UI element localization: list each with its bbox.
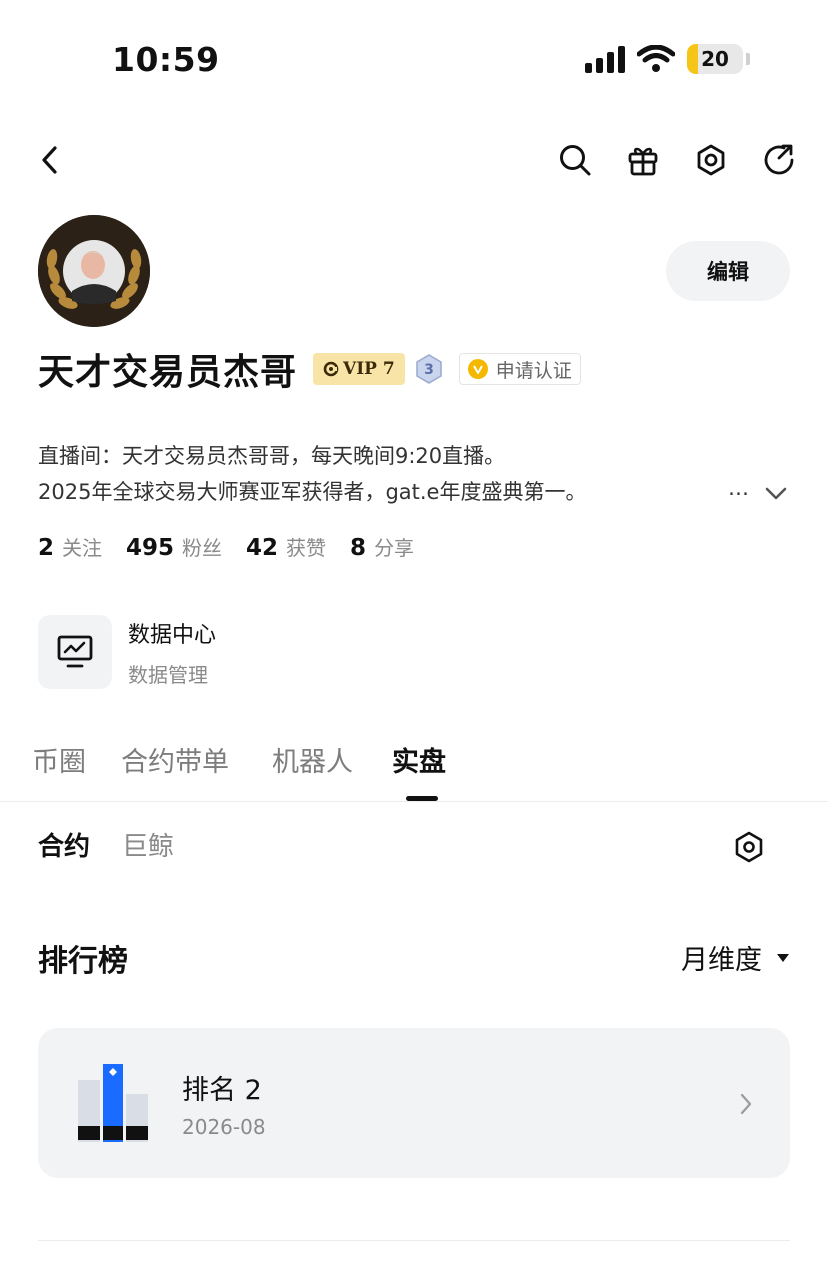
stat-label: 获赞 <box>286 536 327 560</box>
stat-shares[interactable]: 8 分享 <box>350 532 414 561</box>
stat-number: 495 <box>126 535 175 561</box>
stat-number: 8 <box>350 535 367 561</box>
chevron-down-icon <box>765 487 787 500</box>
status-time: 10:59 <box>112 40 220 79</box>
verify-label: 申请认证 <box>495 359 572 382</box>
monitor-chart-icon <box>57 635 93 668</box>
stat-number: 2 <box>38 535 55 561</box>
vip-level: VIP 7 <box>343 359 395 379</box>
edit-profile-button[interactable]: 编辑 <box>666 241 790 301</box>
profile-stats: 2 关注 495 粉丝 42 获赞 8 分享 <box>38 532 414 561</box>
main-tabs: 币圈 合约带单 机器人 实盘 <box>0 732 828 802</box>
subtab-whale[interactable]: 巨鲸 <box>122 826 174 863</box>
ranking-period-dropdown[interactable]: 月维度 <box>681 938 790 977</box>
search-button[interactable] <box>556 138 594 182</box>
wifi-icon <box>637 45 675 72</box>
bio-line-1: 直播间：天才交易员杰哥哥，每天晚间9:20直播。 <box>38 444 506 468</box>
vip-badge[interactable]: VIP 7 <box>313 353 405 385</box>
avatar-image <box>38 215 150 327</box>
active-tab-indicator <box>406 796 438 801</box>
vip-logo-icon <box>323 361 339 377</box>
stat-label: 关注 <box>62 536 103 560</box>
bio-line-2: 2025年全球交易大师赛亚军获得者，gat.e年度盛典第一。 <box>38 480 587 504</box>
bio-ellipsis: … <box>728 476 749 500</box>
bio: 直播间：天才交易员杰哥哥，每天晚间9:20直播。 2025年全球交易大师赛亚军获… <box>38 438 738 510</box>
tab-coin-circle[interactable]: 币圈 <box>32 740 86 779</box>
settings-button[interactable] <box>692 138 730 182</box>
share-button[interactable] <box>760 138 798 182</box>
tab-bots[interactable]: 机器人 <box>272 740 353 779</box>
level-badge[interactable]: 3 <box>415 353 443 385</box>
cellular-signal-icon <box>585 45 625 73</box>
status-bar: 10:59 20 <box>0 0 828 120</box>
battery-level: 20 <box>701 47 729 71</box>
gift-icon <box>628 147 658 176</box>
divider <box>38 1240 790 1241</box>
bio-expand-button[interactable] <box>762 480 790 508</box>
share-icon <box>764 144 794 175</box>
back-button[interactable] <box>30 138 70 182</box>
ranking-position: 排名 2 <box>182 1075 262 1106</box>
sub-tabs: 合约 巨鲸 <box>38 826 174 863</box>
tab-live-trading[interactable]: 实盘 <box>392 740 446 779</box>
data-center-entry[interactable]: 数据中心 数据管理 <box>38 614 338 690</box>
avatar[interactable] <box>38 215 150 327</box>
verify-button[interactable]: 申请认证 <box>458 353 581 385</box>
settings-icon <box>697 144 725 176</box>
ranking-date: 2026-08 <box>182 1115 266 1139</box>
name-row: 天才交易员杰哥 VIP 7 3 申请认证 <box>38 343 581 395</box>
search-icon <box>560 145 591 176</box>
profile-name: 天才交易员杰哥 <box>38 352 298 393</box>
data-center-subtitle: 数据管理 <box>128 662 208 687</box>
level-number: 3 <box>424 362 434 378</box>
gift-button[interactable] <box>624 138 662 182</box>
ranking-period-label: 月维度 <box>681 945 762 976</box>
dc-text: 数据中心 数据管理 <box>128 617 216 688</box>
nav-actions <box>556 138 798 182</box>
chevron-left-icon <box>42 146 57 174</box>
subtab-contract[interactable]: 合约 <box>38 826 90 863</box>
battery-cap <box>746 53 750 65</box>
nav-bar <box>0 130 828 190</box>
ranking-card[interactable]: 排名 2 2026-08 <box>38 1028 790 1178</box>
caret-down-icon <box>777 953 789 962</box>
ranking-header: 排行榜 月维度 <box>38 936 790 982</box>
settings-icon <box>735 831 763 863</box>
stat-likes[interactable]: 42 获赞 <box>246 532 326 561</box>
stat-number: 42 <box>246 535 279 561</box>
dc-icon-box <box>38 615 112 689</box>
stat-label: 分享 <box>374 536 415 560</box>
podium-icon <box>78 1064 148 1142</box>
stat-following[interactable]: 2 关注 <box>38 532 102 561</box>
data-center-title: 数据中心 <box>128 622 217 648</box>
verified-v-icon <box>467 359 488 379</box>
battery-icon: 20 <box>687 44 743 74</box>
level-hexagon-icon: 3 <box>415 354 442 384</box>
ranking-title: 排行榜 <box>38 944 128 979</box>
sub-settings-button[interactable] <box>730 828 768 866</box>
stat-label: 粉丝 <box>182 536 223 560</box>
stat-followers[interactable]: 495 粉丝 <box>126 532 222 561</box>
status-icons: 20 <box>585 44 750 74</box>
tab-copy-trading[interactable]: 合约带单 <box>121 740 229 779</box>
chevron-right-icon <box>734 1090 758 1118</box>
